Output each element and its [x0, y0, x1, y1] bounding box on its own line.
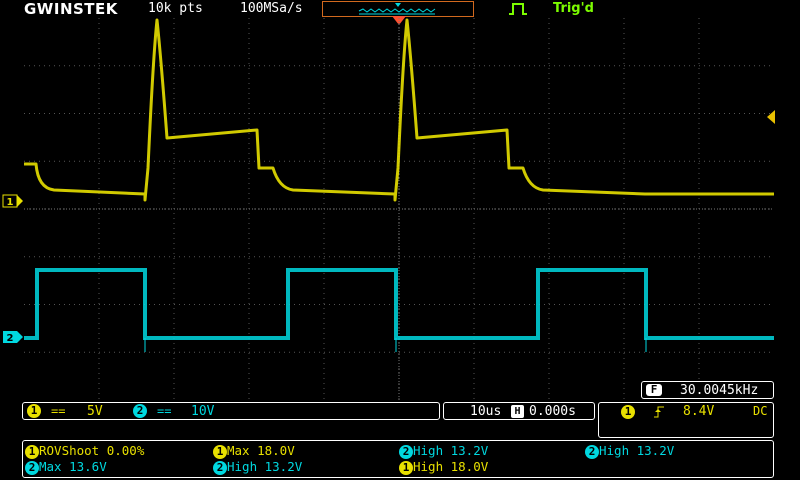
memory-waveform-preview-icon: [358, 3, 436, 15]
ch2-scale: 10V: [191, 404, 215, 419]
record-length: 10k pts: [148, 1, 203, 16]
svg-text:2: 2: [7, 333, 14, 344]
measurement-item: 2 Max 13.6V: [25, 459, 107, 475]
sample-rate: 100MSa/s: [240, 1, 303, 16]
svg-text:1: 1: [7, 197, 14, 208]
trigger-panel[interactable]: 1 8.4V DC: [598, 402, 774, 438]
waveform-graticule[interactable]: [24, 18, 774, 400]
measurement-item: 1 ROVShoot 0.00%: [25, 443, 144, 459]
measurement-text: ROVShoot 0.00%: [39, 443, 145, 458]
measurement-text: High 13.2V: [413, 443, 489, 458]
ch2-coupling-icon: ==: [157, 404, 172, 418]
channel-scale-panel[interactable]: 1 == 5V 2 == 10V: [22, 402, 440, 420]
trigger-edge-icon: [509, 3, 527, 15]
ch1-badge: 1: [27, 404, 41, 418]
ch1-ground-marker-icon[interactable]: 1: [2, 194, 24, 208]
measurement-channel-badge: 2: [399, 444, 413, 459]
measurement-text: Max 18.0V: [227, 443, 295, 458]
measurement-text: High 18.0V: [413, 459, 489, 474]
measurement-text: High 13.2V: [227, 459, 303, 474]
trigger-coupling: DC: [753, 404, 768, 418]
measurement-panel[interactable]: 1 ROVShoot 0.00% 1 Max 18.0V 2 High 13.2V 2 Hig…: [22, 440, 774, 478]
measurement-channel-badge: 2: [585, 444, 599, 459]
frequency-icon: F: [646, 384, 662, 396]
timebase-panel[interactable]: 10us H 0.000s: [443, 402, 595, 420]
measurement-channel-badge: 1: [399, 460, 413, 475]
frequency-value: 30.0045kHz: [680, 382, 759, 398]
measurement-item: 1 Max 18.0V: [213, 443, 295, 459]
trigger-status: Trig'd: [553, 1, 594, 16]
ch2-ground-marker-icon[interactable]: 2: [2, 330, 24, 344]
ch1-waveform: [24, 18, 774, 202]
trigger-level: 8.4V: [683, 404, 715, 419]
trigger-source-badge: 1: [621, 405, 635, 419]
measurement-item: 1 High 18.0V: [399, 459, 488, 475]
trigger-level-marker-icon[interactable]: [766, 110, 776, 124]
measurement-item: 2 High 13.2V: [213, 459, 302, 475]
timebase-scale: 10us: [470, 404, 502, 419]
measurement-item: 2 High 13.2V: [585, 443, 674, 459]
brand-logo: GWINSTEK: [24, 0, 118, 18]
measurement-channel-badge: 2: [213, 460, 227, 475]
memory-window-bar[interactable]: [322, 1, 474, 17]
ch1-coupling-icon: ==: [51, 404, 66, 418]
measurement-channel-badge: 2: [25, 460, 39, 475]
horizontal-position-icon: H: [511, 405, 524, 418]
measurement-item: 2 High 13.2V: [399, 443, 488, 459]
measurement-text: Max 13.6V: [39, 459, 107, 474]
measurement-text: High 13.2V: [599, 443, 675, 458]
rising-edge-icon: [654, 406, 664, 418]
measurement-channel-badge: 1: [213, 444, 227, 459]
ch1-scale: 5V: [87, 404, 103, 419]
horizontal-position: 0.000s: [529, 404, 576, 419]
frequency-counter: F 30.0045kHz: [641, 381, 774, 399]
measurement-channel-badge: 1: [25, 444, 39, 459]
ch2-badge: 2: [133, 404, 147, 418]
